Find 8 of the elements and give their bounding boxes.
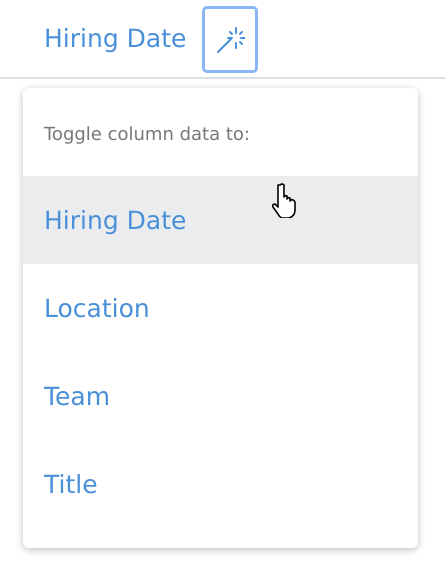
magic-wand-button[interactable] — [202, 6, 258, 73]
magic-wand-icon — [215, 24, 246, 54]
menu-heading: Toggle column data to: — [43, 122, 251, 146]
column-header: Hiring Date — [44, 24, 186, 53]
menu-item[interactable]: Hiring Date — [23, 176, 418, 264]
menu-item[interactable]: Location — [23, 264, 418, 352]
menu-item[interactable]: Team — [23, 352, 418, 440]
menu-item[interactable]: Title — [23, 440, 418, 528]
